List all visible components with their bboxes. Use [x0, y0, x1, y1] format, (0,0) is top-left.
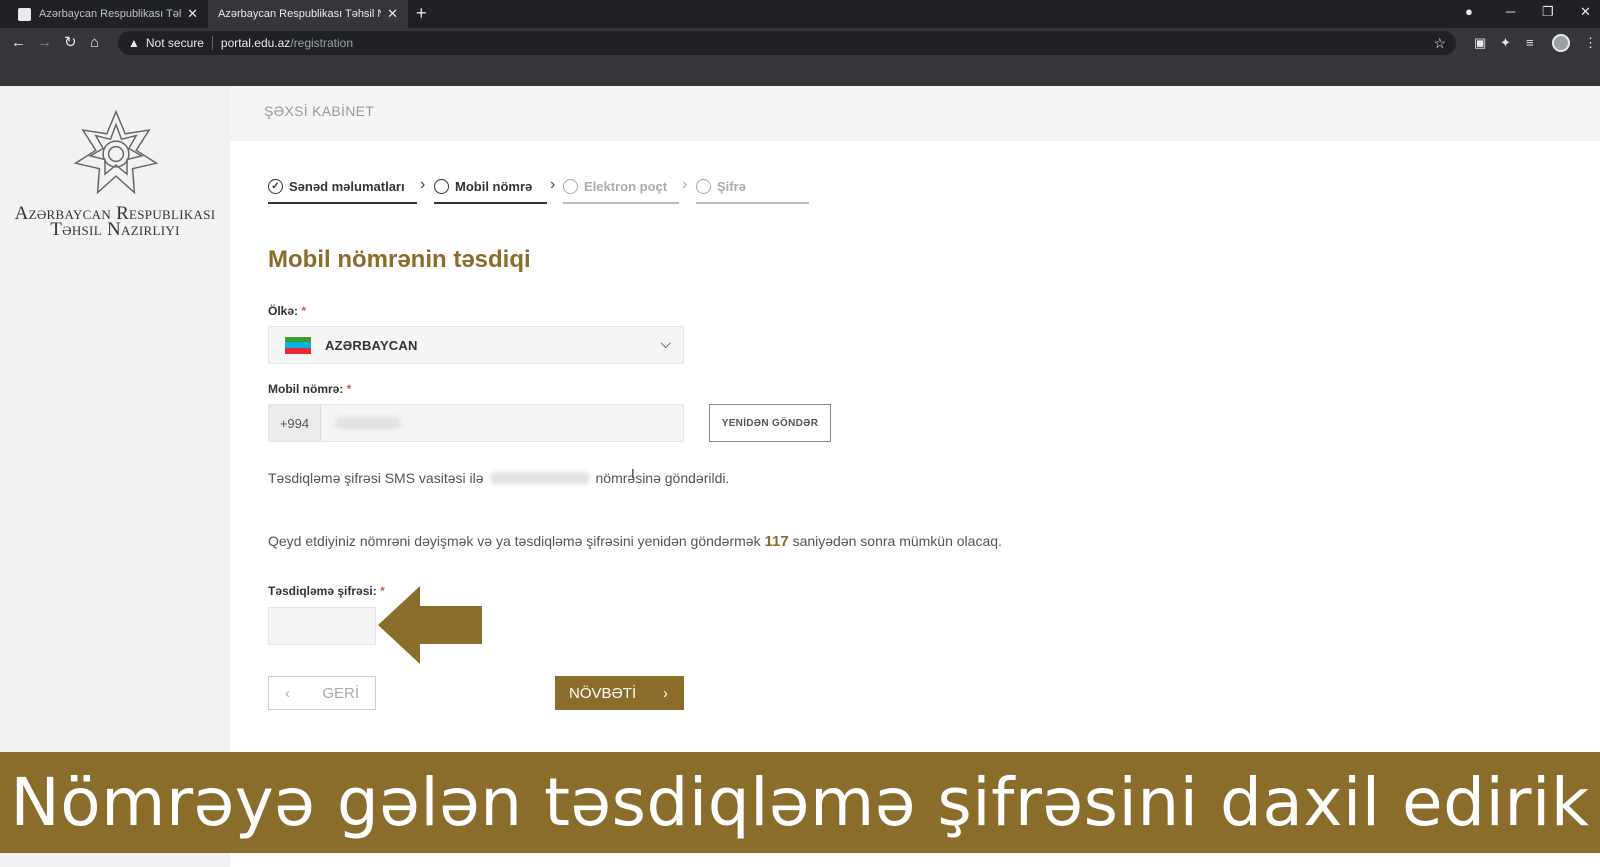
circle-icon [434, 178, 449, 194]
browser-tab-active[interactable]: Azərbaycan Respublikası Təhsil N ✕ [208, 0, 408, 28]
close-tab-icon[interactable]: ✕ [387, 6, 398, 22]
extensions-icon[interactable]: ✦ [1500, 35, 1511, 51]
step-email[interactable]: Elektron poçt [563, 166, 679, 204]
sms-info-text: Təsdiqləmə şifrəsi SMS vasitəsi ilə nömr… [268, 470, 730, 486]
step-label: Şifrə [717, 178, 746, 194]
tab-title: Azərbaycan Respublikası Təhsil N [218, 8, 382, 20]
step-label: Sənəd məlumatları [289, 178, 405, 194]
country-value: AZƏRBAYCAN [325, 337, 418, 353]
favicon-icon [18, 7, 31, 21]
menu-icon[interactable]: ⋮ [1584, 35, 1597, 51]
country-label: Ölkə: * [268, 304, 307, 318]
blurred-phone [489, 472, 590, 484]
countdown-seconds: 117 [764, 533, 789, 550]
chevron-right-icon: › [682, 176, 688, 193]
confirmation-code-input[interactable] [268, 607, 376, 645]
browser-tab-strip: Azərbaycan Respublikası Təhsil N ✕ Azərb… [0, 0, 1600, 28]
back-arrow-icon[interactable]: ← [11, 34, 26, 52]
sidebar: Azərbaycan Respublikası Təhsil Nazirliyi [0, 86, 230, 867]
new-tab-icon[interactable]: + [416, 3, 427, 24]
azerbaijan-flag-icon [285, 336, 311, 354]
phone-label: Mobil nömrə: * [268, 382, 352, 396]
restore-icon[interactable]: ❐ [1542, 4, 1554, 20]
translate-icon[interactable]: ▣ [1474, 35, 1486, 51]
step-password[interactable]: Şifrə [696, 166, 809, 204]
security-label: Not secure [145, 36, 204, 50]
profile-avatar[interactable] [1552, 34, 1570, 52]
next-button[interactable]: NÖVBƏTİ › [555, 676, 684, 710]
step-label: Mobil nömrə [455, 178, 533, 194]
page-title: ŞƏXSİ KABİNET [264, 103, 375, 119]
text-cursor-icon: I [631, 466, 635, 481]
divider [211, 36, 213, 50]
browser-toolbar: ← → ↻ ⌂ ▲ Not secure portal.edu.az /regi… [0, 28, 1600, 58]
page-header: ŞƏXSİ KABİNET [230, 86, 1600, 141]
close-window-icon[interactable]: ✕ [1580, 4, 1591, 20]
phone-prefix: +994 [269, 405, 321, 441]
reload-icon[interactable]: ↻ [64, 34, 77, 52]
close-tab-icon[interactable]: ✕ [187, 6, 198, 22]
back-button[interactable]: ‹ GERİ [268, 676, 376, 710]
step-document-info[interactable]: ✓ Sənəd məlumatları [268, 166, 417, 204]
pointer-arrow-icon [378, 586, 482, 664]
bookmarks-bar [0, 58, 1600, 86]
warning-icon: ▲ [128, 36, 140, 50]
forward-arrow-icon[interactable]: → [37, 34, 52, 52]
tab-title: Azərbaycan Respublikası Təhsil N [39, 8, 181, 20]
check-circle-icon: ✓ [268, 178, 283, 194]
url-host: portal.edu.az [220, 36, 291, 50]
ministry-line-2: Təhsil Nazirliyi [50, 219, 180, 240]
ministry-name: Azərbaycan Respublikası Təhsil Nazirliyi [0, 204, 230, 240]
form-title: Mobil nömrənin təsdiqi [268, 246, 531, 273]
country-select[interactable]: AZƏRBAYCAN ⌵ [268, 326, 684, 364]
ministry-emblem-icon [73, 109, 159, 195]
chevron-right-icon: › [550, 176, 556, 193]
phone-input[interactable] [321, 405, 683, 441]
circle-icon [563, 178, 578, 194]
wait-info-text: Qeyd etdiyiniz nömrəni dəyişmək və ya tə… [268, 533, 1002, 550]
browser-tab[interactable]: Azərbaycan Respublikası Təhsil N ✕ [8, 0, 208, 28]
media-icon[interactable]: ● [1465, 4, 1473, 19]
phone-field: +994 [268, 404, 684, 442]
chevron-left-icon: ‹ [285, 684, 290, 702]
url-path: /registration [290, 36, 354, 50]
code-label: Təsdiqləmə şifrəsi: * [268, 584, 385, 598]
bookmark-star-icon[interactable]: ☆ [1433, 35, 1446, 52]
chevron-down-icon: ⌵ [660, 335, 671, 351]
blurred-phone [335, 417, 401, 429]
chevron-right-icon: › [420, 176, 426, 193]
minimize-icon[interactable]: ─ [1506, 4, 1515, 19]
step-label: Elektron poçt [584, 178, 668, 194]
resend-button[interactable]: YENİDƏN GÖNDƏR [709, 404, 831, 442]
address-bar[interactable]: ▲ Not secure portal.edu.az /registration… [118, 31, 1456, 55]
chevron-right-icon: › [663, 684, 668, 702]
circle-icon [696, 178, 711, 194]
home-icon[interactable]: ⌂ [90, 34, 99, 52]
reading-list-icon[interactable]: ≡ [1526, 35, 1534, 50]
step-mobile-number[interactable]: Mobil nömrə [434, 166, 547, 204]
video-caption: Nömrəyə gələn təsdiqləmə şifrəsini daxil… [0, 752, 1600, 853]
